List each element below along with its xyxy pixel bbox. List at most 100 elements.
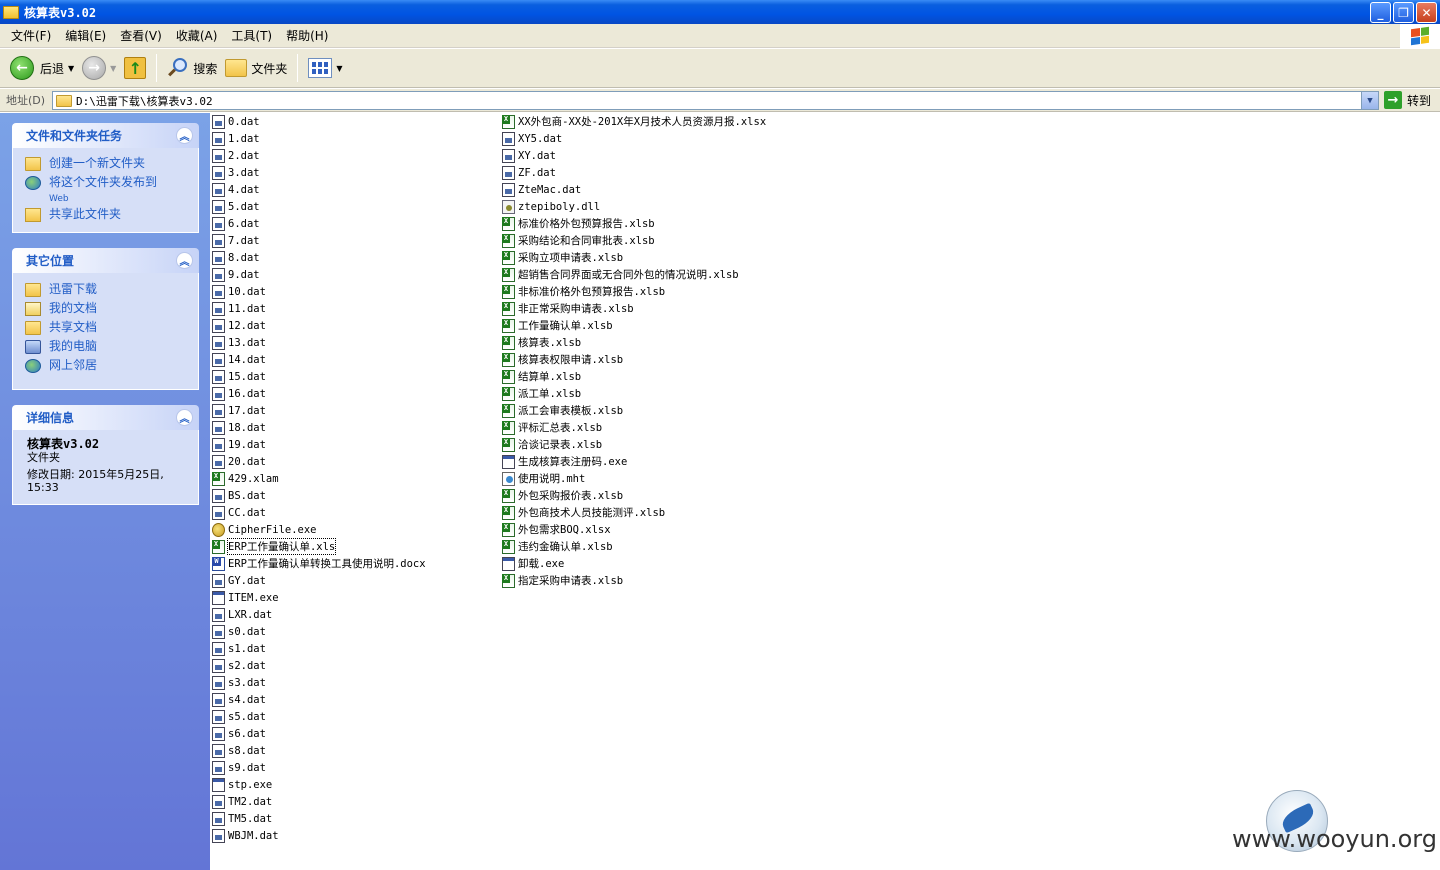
file-item[interactable]: 5.dat: [212, 198, 426, 215]
file-item[interactable]: ERP工作量确认单.xls: [212, 538, 426, 555]
file-item[interactable]: 18.dat: [212, 419, 426, 436]
menu-edit[interactable]: 编辑(E): [58, 26, 113, 46]
file-item[interactable]: 指定采购申请表.xlsb: [502, 572, 766, 589]
collapse-icon[interactable]: ︽: [176, 409, 193, 426]
file-item[interactable]: 19.dat: [212, 436, 426, 453]
file-item[interactable]: s4.dat: [212, 691, 426, 708]
task-new-folder[interactable]: 创建一个新文件夹: [25, 156, 188, 171]
file-item[interactable]: 1.dat: [212, 130, 426, 147]
file-item[interactable]: 工作量确认单.xlsb: [502, 317, 766, 334]
file-item[interactable]: 13.dat: [212, 334, 426, 351]
file-item[interactable]: 采购立项申请表.xlsb: [502, 249, 766, 266]
address-input[interactable]: D:\迅雷下载\核算表v3.02 ▼: [52, 91, 1379, 110]
place-xunlei[interactable]: 迅雷下载: [25, 282, 188, 297]
file-item[interactable]: CC.dat: [212, 504, 426, 521]
menu-help[interactable]: 帮助(H): [279, 26, 335, 46]
file-item[interactable]: TM5.dat: [212, 810, 426, 827]
file-item[interactable]: 9.dat: [212, 266, 426, 283]
file-item[interactable]: XY5.dat: [502, 130, 766, 147]
file-item[interactable]: 评标汇总表.xlsb: [502, 419, 766, 436]
file-item[interactable]: 4.dat: [212, 181, 426, 198]
file-item[interactable]: 20.dat: [212, 453, 426, 470]
file-item[interactable]: 6.dat: [212, 215, 426, 232]
task-share-folder[interactable]: 共享此文件夹: [25, 207, 188, 222]
search-button[interactable]: 搜索: [163, 52, 221, 84]
file-item[interactable]: 外包需求BOQ.xlsx: [502, 521, 766, 538]
file-item[interactable]: 2.dat: [212, 147, 426, 164]
file-item[interactable]: ZteMac.dat: [502, 181, 766, 198]
menu-file[interactable]: 文件(F): [4, 26, 58, 46]
file-item[interactable]: s2.dat: [212, 657, 426, 674]
folders-button[interactable]: 文件夹: [221, 52, 291, 84]
file-item[interactable]: stp.exe: [212, 776, 426, 793]
tasks-panel-header[interactable]: 文件和文件夹任务 ︽: [12, 123, 199, 148]
file-item[interactable]: 17.dat: [212, 402, 426, 419]
file-item[interactable]: TM2.dat: [212, 793, 426, 810]
file-item[interactable]: 非标准价格外包预算报告.xlsb: [502, 283, 766, 300]
details-panel-header[interactable]: 详细信息 ︽: [12, 405, 199, 430]
chevron-down-icon[interactable]: ▼: [336, 64, 342, 73]
collapse-icon[interactable]: ︽: [176, 252, 193, 269]
up-button[interactable]: ↑: [120, 52, 150, 84]
file-item[interactable]: 非正常采购申请表.xlsb: [502, 300, 766, 317]
task-publish-web[interactable]: 将这个文件夹发布到 Web: [25, 175, 188, 205]
file-item[interactable]: 洽谈记录表.xlsb: [502, 436, 766, 453]
file-item[interactable]: 外包采购报价表.xlsb: [502, 487, 766, 504]
collapse-icon[interactable]: ︽: [176, 127, 193, 144]
file-item[interactable]: 15.dat: [212, 368, 426, 385]
places-panel-header[interactable]: 其它位置 ︽: [12, 248, 199, 273]
file-item[interactable]: 11.dat: [212, 300, 426, 317]
place-my-documents[interactable]: 我的文档: [25, 301, 188, 316]
file-item[interactable]: 派工会审表模板.xlsb: [502, 402, 766, 419]
file-item[interactable]: 12.dat: [212, 317, 426, 334]
file-item[interactable]: 标准价格外包预算报告.xlsb: [502, 215, 766, 232]
file-item[interactable]: 采购结论和合同审批表.xlsb: [502, 232, 766, 249]
file-item[interactable]: ITEM.exe: [212, 589, 426, 606]
file-item[interactable]: 派工单.xlsb: [502, 385, 766, 402]
file-item[interactable]: XX外包商-XX处-201X年X月技术人员资源月报.xlsx: [502, 113, 766, 130]
file-item[interactable]: 7.dat: [212, 232, 426, 249]
back-button[interactable]: ← 后退 ▼: [6, 52, 78, 84]
file-item[interactable]: 结算单.xlsb: [502, 368, 766, 385]
file-item[interactable]: CipherFile.exe: [212, 521, 426, 538]
chevron-down-icon[interactable]: ▼: [110, 64, 116, 73]
place-network[interactable]: 网上邻居: [25, 358, 188, 373]
file-item[interactable]: 核算表.xlsb: [502, 334, 766, 351]
chevron-down-icon[interactable]: ▼: [68, 64, 74, 73]
file-item[interactable]: 16.dat: [212, 385, 426, 402]
file-item[interactable]: WBJM.dat: [212, 827, 426, 844]
file-item[interactable]: s1.dat: [212, 640, 426, 657]
file-item[interactable]: s0.dat: [212, 623, 426, 640]
file-item[interactable]: 卸载.exe: [502, 555, 766, 572]
file-item[interactable]: 外包商技术人员技能测评.xlsb: [502, 504, 766, 521]
file-item[interactable]: s6.dat: [212, 725, 426, 742]
menu-view[interactable]: 查看(V): [113, 26, 169, 46]
file-item[interactable]: 8.dat: [212, 249, 426, 266]
file-item[interactable]: 429.xlam: [212, 470, 426, 487]
file-item[interactable]: BS.dat: [212, 487, 426, 504]
file-item[interactable]: s5.dat: [212, 708, 426, 725]
file-item[interactable]: 使用说明.mht: [502, 470, 766, 487]
file-item[interactable]: XY.dat: [502, 147, 766, 164]
file-item[interactable]: 核算表权限申请.xlsb: [502, 351, 766, 368]
file-item[interactable]: 生成核算表注册码.exe: [502, 453, 766, 470]
chevron-down-icon[interactable]: ▼: [1361, 92, 1378, 109]
place-shared-documents[interactable]: 共享文档: [25, 320, 188, 335]
file-item[interactable]: 3.dat: [212, 164, 426, 181]
menu-favorites[interactable]: 收藏(A): [169, 26, 225, 46]
file-item[interactable]: LXR.dat: [212, 606, 426, 623]
file-item[interactable]: 10.dat: [212, 283, 426, 300]
file-item[interactable]: s8.dat: [212, 742, 426, 759]
file-item[interactable]: 超销售合同界面或无合同外包的情况说明.xlsb: [502, 266, 766, 283]
menu-tools[interactable]: 工具(T): [224, 26, 279, 46]
forward-button[interactable]: → ▼: [78, 52, 120, 84]
file-item[interactable]: ztepiboly.dll: [502, 198, 766, 215]
views-button[interactable]: ▼: [304, 52, 346, 84]
file-item[interactable]: 14.dat: [212, 351, 426, 368]
file-item[interactable]: GY.dat: [212, 572, 426, 589]
file-item[interactable]: 违约金确认单.xlsb: [502, 538, 766, 555]
file-item[interactable]: s9.dat: [212, 759, 426, 776]
file-item[interactable]: ERP工作量确认单转换工具使用说明.docx: [212, 555, 426, 572]
restore-button[interactable]: ❐: [1393, 2, 1414, 23]
go-button[interactable]: → 转到: [1384, 91, 1431, 109]
